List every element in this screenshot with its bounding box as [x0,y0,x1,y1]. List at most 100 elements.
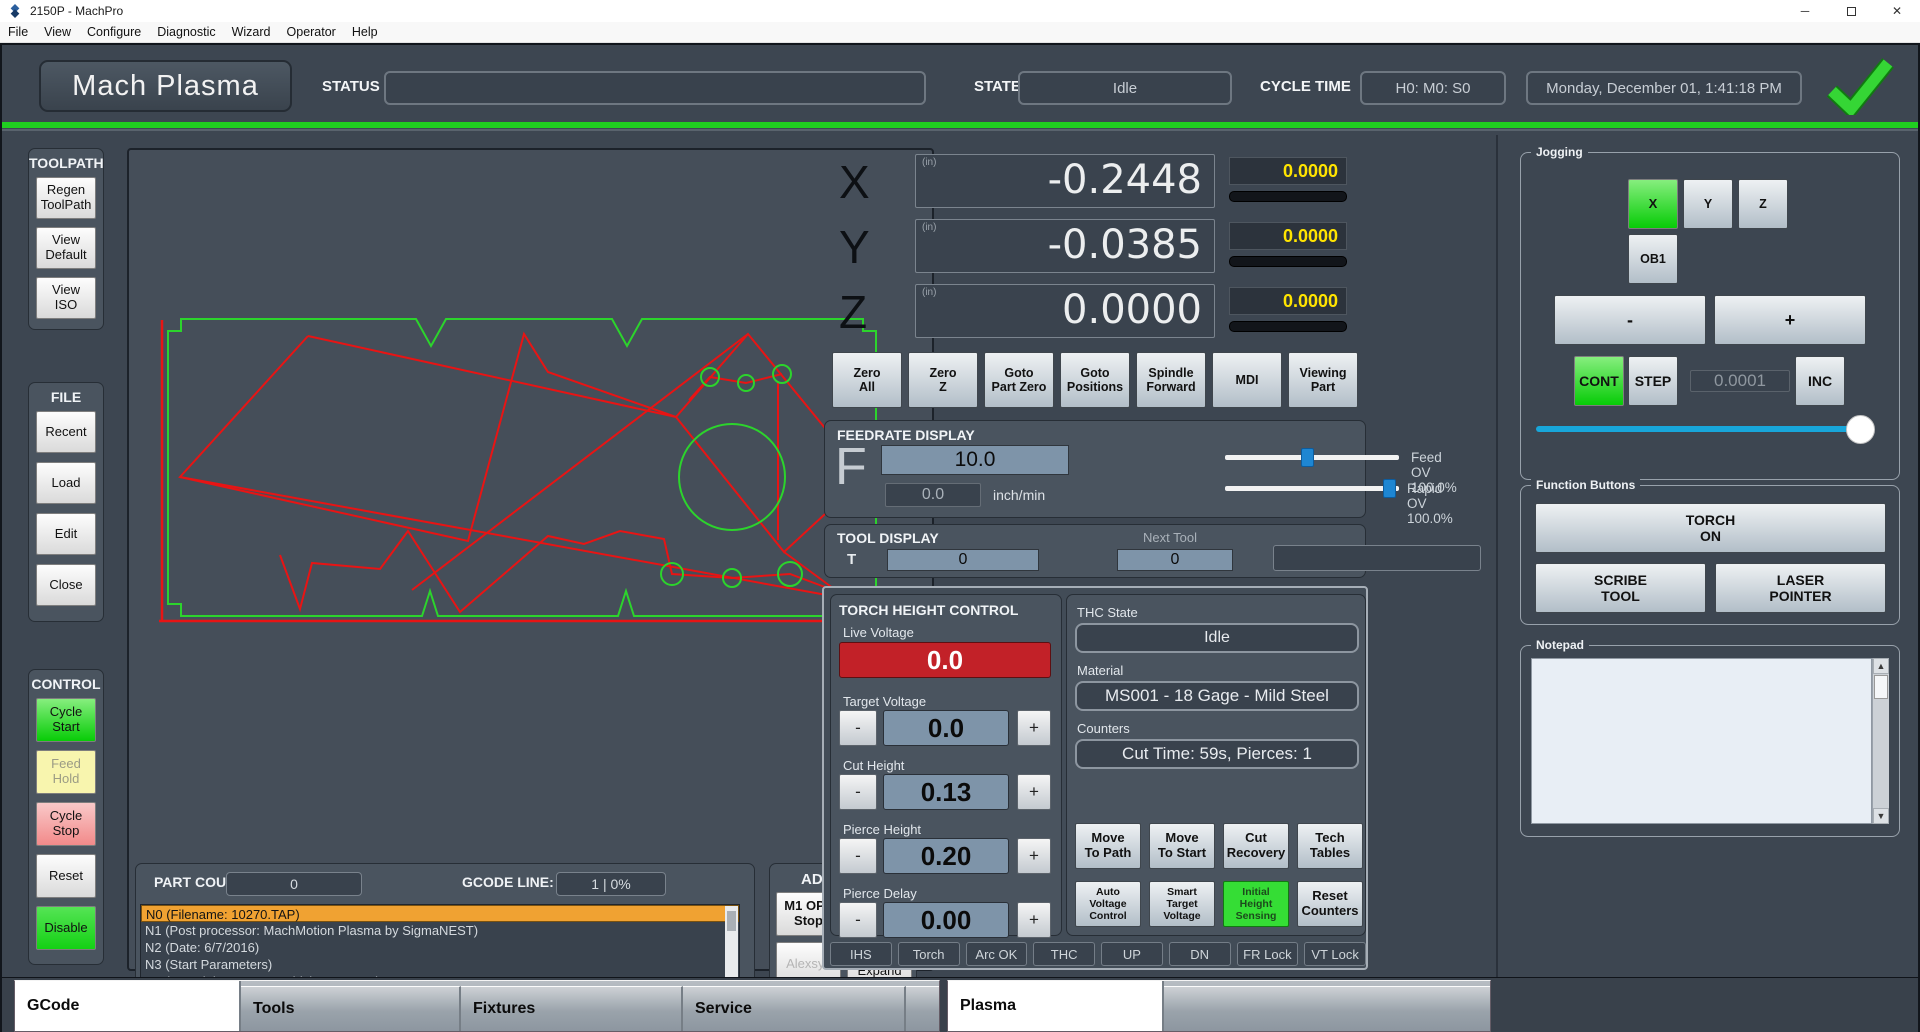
pierce-delay-minus-button[interactable]: - [839,902,877,938]
menu-diagnostic[interactable]: Diagnostic [149,22,223,43]
toolpath-preview[interactable]: PART COUNTER: 0 GCODE LINE: 1 | 0% N0 (F… [127,148,934,971]
jog-minus-button[interactable]: - [1554,295,1706,345]
torch-on-button[interactable]: TORCH ON [1535,503,1886,553]
reset-counters-button[interactable]: Reset Counters [1297,881,1363,927]
cut-height-minus-button[interactable]: - [839,774,877,810]
rapid-override-slider[interactable] [1225,486,1399,491]
goto-part-zero-button[interactable]: Goto Part Zero [984,352,1054,408]
cycle-time-field: H0: M0: S0 [1360,71,1506,105]
regen-toolpath-button[interactable]: Regen ToolPath [36,177,96,219]
gcode-row[interactable]: N1 (Post processor: MachMotion Plasma by… [141,922,739,939]
viewing-part-button[interactable]: Viewing Part [1288,352,1358,408]
file-panel: FILE Recent Load Edit Close [28,382,104,622]
load-button[interactable]: Load [36,462,96,504]
minimize-icon[interactable]: ─ [1782,0,1828,22]
jog-cont-button[interactable]: CONT [1574,356,1624,406]
material-value[interactable]: MS001 - 18 Gage - Mild Steel [1075,681,1359,711]
close-button[interactable]: Close [36,564,96,606]
scroll-up-icon[interactable]: ▲ [1873,658,1889,674]
move-to-start-button[interactable]: Move To Start [1149,823,1215,869]
menu-help[interactable]: Help [344,22,386,43]
jog-speed-thumb[interactable] [1846,415,1875,444]
gcode-line-value: 1 | 0% [556,872,666,896]
zero-all-button[interactable]: Zero All [832,352,902,408]
laser-pointer-button[interactable]: LASER POINTER [1715,563,1886,613]
tab-tools[interactable]: Tools [241,986,461,1031]
tab-filler [906,986,939,1031]
function-buttons-title: Function Buttons [1531,478,1640,492]
file-panel-title: FILE [29,389,103,405]
cut-recovery-button[interactable]: Cut Recovery [1223,823,1289,869]
initial-height-sensing-button[interactable]: Initial Height Sensing [1223,881,1289,927]
target-voltage-minus-button[interactable]: - [839,710,877,746]
move-to-path-button[interactable]: Move To Path [1075,823,1141,869]
edit-button[interactable]: Edit [36,513,96,555]
tab-service[interactable]: Service [683,986,906,1031]
smart-target-voltage-button[interactable]: Smart Target Voltage [1149,881,1215,927]
counters-value: Cut Time: 59s, Pierces: 1 [1075,739,1359,769]
target-voltage-plus-button[interactable]: + [1017,710,1051,746]
close-icon[interactable]: ✕ [1874,0,1920,22]
zero-z-button[interactable]: Zero Z [908,352,978,408]
pierce-delay-label: Pierce Delay [843,886,917,901]
gcode-row[interactable]: N0 (Filename: 10270.TAP) [141,905,739,922]
jog-axis-z-button[interactable]: Z [1738,179,1788,229]
cycle-stop-button[interactable]: Cycle Stop [36,802,96,846]
arc-ok-indicator: Arc OK [966,942,1028,966]
toolpath-panel-title: TOOLPATH [29,155,103,171]
recent-button[interactable]: Recent [36,411,96,453]
notepad-scrollbar[interactable]: ▲ ▼ [1872,658,1889,824]
notepad-scroll-thumb[interactable] [1874,675,1888,699]
scroll-down-icon[interactable]: ▼ [1873,808,1889,824]
jog-step-button[interactable]: STEP [1628,356,1678,406]
auto-voltage-control-button[interactable]: Auto Voltage Control [1075,881,1141,927]
notepad-textarea[interactable] [1531,658,1872,824]
jog-axis-ob1-button[interactable]: OB1 [1628,234,1678,284]
app-window: Mach Plasma STATUS STATE Idle CYCLE TIME… [0,43,1920,1032]
jog-increment-field[interactable]: 0.0001 [1690,370,1790,392]
mdi-button[interactable]: MDI [1212,352,1282,408]
jog-axis-x-button[interactable]: X [1628,179,1678,229]
cut-height-plus-button[interactable]: + [1017,774,1051,810]
pierce-height-minus-button[interactable]: - [839,838,877,874]
cut-height-value[interactable]: 0.13 [883,774,1009,810]
goto-positions-button[interactable]: Goto Positions [1060,352,1130,408]
gcode-row[interactable]: N2 (Date: 6/7/2016) [141,939,739,956]
cycle-start-button[interactable]: Cycle Start [36,698,96,742]
jog-plus-button[interactable]: + [1714,295,1866,345]
menu-wizard[interactable]: Wizard [224,22,279,43]
menu-file[interactable]: File [0,22,36,43]
rapid-override-thumb[interactable] [1383,479,1396,498]
pierce-height-plus-button[interactable]: + [1017,838,1051,874]
tab-plasma[interactable]: Plasma [948,981,1164,1031]
menu-operator[interactable]: Operator [279,22,344,43]
pierce-delay-plus-button[interactable]: + [1017,902,1051,938]
tool-panel: TOOL DISPLAY T 0 Next Tool 0 [824,524,1366,578]
jog-speed-slider[interactable] [1536,426,1861,432]
target-voltage-value[interactable]: 0.0 [883,710,1009,746]
scribe-tool-button[interactable]: SCRIBE TOOL [1535,563,1706,613]
pierce-delay-value[interactable]: 0.00 [883,902,1009,938]
target-voltage-label: Target Voltage [843,694,926,709]
menu-view[interactable]: View [36,22,79,43]
feed-override-thumb[interactable] [1301,448,1314,467]
thc-panel: TORCH HEIGHT CONTROL Live Voltage 0.0 Ta… [830,594,1062,936]
feed-hold-button[interactable]: Feed Hold [36,750,96,794]
tech-tables-button[interactable]: Tech Tables [1297,823,1363,869]
tab-gcode[interactable]: GCode [15,981,241,1031]
pierce-height-value[interactable]: 0.20 [883,838,1009,874]
view-default-button[interactable]: View Default [36,227,96,269]
tab-fixtures[interactable]: Fixtures [461,986,683,1031]
disable-button[interactable]: Disable [36,906,96,950]
view-iso-button[interactable]: View ISO [36,277,96,319]
tool-next: 0 [1117,549,1233,571]
jog-axis-y-button[interactable]: Y [1683,179,1733,229]
app-icon [8,4,22,18]
spindle-forward-button[interactable]: Spindle Forward [1136,352,1206,408]
menu-configure[interactable]: Configure [79,22,149,43]
reset-button[interactable]: Reset [36,854,96,898]
tab-strip: GCode Tools Fixtures Service Plasma [2,977,1918,1032]
maximize-icon[interactable] [1828,0,1874,22]
gcode-row[interactable]: N3 (Start Parameters) [141,956,739,973]
jog-inc-button[interactable]: INC [1795,356,1845,406]
